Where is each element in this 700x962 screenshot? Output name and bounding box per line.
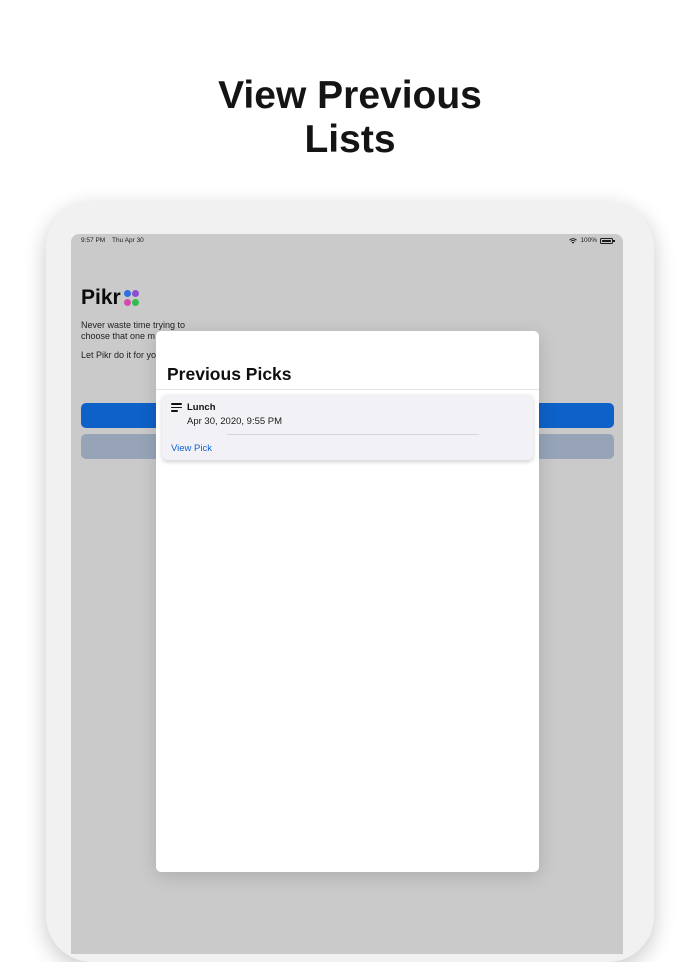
logo-dot [123, 290, 131, 298]
tagline-secondary: Let Pikr do it for yo [81, 350, 157, 360]
headline-line-1: View Previous [218, 74, 482, 117]
pick-card[interactable]: Lunch Apr 30, 2020, 9:55 PM View Pick [162, 394, 533, 460]
status-bar: 9:57 PM Thu Apr 30 100% [71, 237, 623, 247]
card-divider [227, 434, 479, 435]
status-right: 100% [569, 237, 615, 244]
logo-dot [132, 290, 140, 298]
pick-name: Lunch [187, 402, 216, 413]
logo-dot [132, 298, 140, 306]
pick-date: Apr 30, 2020, 9:55 PM [187, 416, 283, 427]
view-pick-link[interactable]: View Pick [171, 443, 212, 454]
pikr-logo-icon [123, 290, 140, 306]
logo-dot [123, 298, 131, 306]
modal-title: Previous Picks [167, 364, 292, 384]
headline-line-2: Lists [304, 118, 396, 161]
modal-divider [156, 389, 539, 390]
list-icon [171, 403, 182, 412]
app-title: Pikr [81, 286, 140, 310]
battery-icon [600, 237, 615, 244]
previous-picks-modal: Previous Picks Lunch Apr 30, 2020, 9:55 … [156, 331, 539, 872]
status-date: Thu Apr 30 [112, 237, 144, 244]
tagline-line: Never waste time trying to [81, 320, 186, 330]
battery-percent: 100% [580, 237, 597, 244]
status-time: 9:57 PM [81, 237, 106, 244]
wifi-icon [569, 237, 578, 244]
app-title-text: Pikr [81, 286, 121, 309]
